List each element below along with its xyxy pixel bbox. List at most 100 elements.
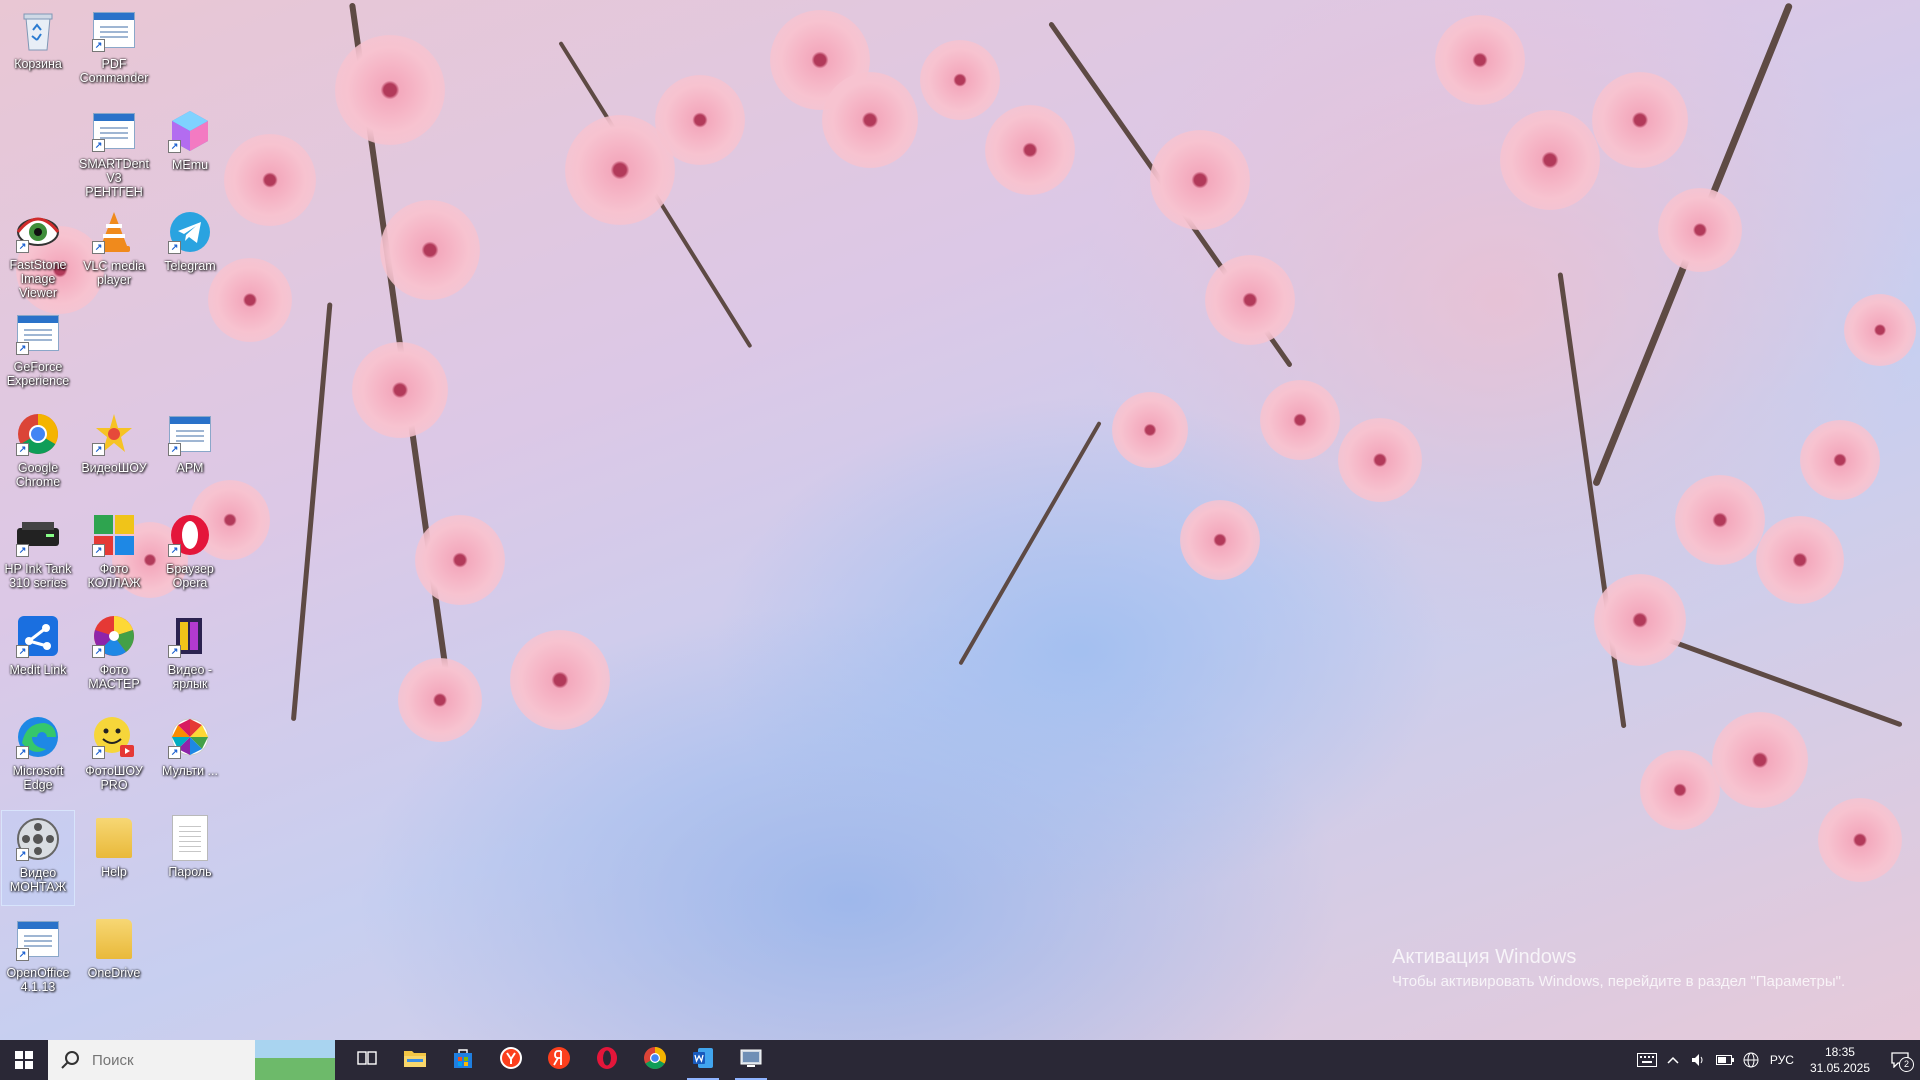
cherry-blossom	[415, 515, 505, 605]
desktop-icon-label: Видео МОНТАЖ	[9, 866, 67, 894]
desktop-icon-chrome[interactable]: ↗ Google Chrome	[1, 406, 75, 502]
desktop-icon-fotokollazh[interactable]: ↗ Фото КОЛЛАЖ	[77, 507, 151, 603]
cherry-blossom	[655, 75, 745, 165]
desktop-icon-parol[interactable]: Пароль	[153, 810, 227, 906]
desktop-icon-label: АРМ	[176, 461, 204, 475]
task-view-icon	[357, 1049, 377, 1072]
search-highlight-image	[255, 1040, 335, 1080]
clock-date: 31.05.2025	[1809, 1061, 1870, 1075]
taskbar-app-screen[interactable]	[727, 1040, 775, 1080]
desktop-icon-label: Microsoft Edge	[12, 764, 64, 792]
taskbar-app-yandex[interactable]	[535, 1040, 583, 1080]
taskbar-app-store[interactable]	[439, 1040, 487, 1080]
taskbar-search-box[interactable]	[48, 1040, 335, 1080]
desktop-icon-openoffice[interactable]: ↗ OpenOffice 4.1.13	[1, 911, 75, 1007]
desktop-icon-videomontazh[interactable]: ↗ Видео МОНТАЖ	[1, 810, 75, 906]
chrome-icon: ↗	[14, 410, 62, 458]
desktop-icon-medit[interactable]: ↗ Medit Link	[1, 608, 75, 704]
cherry-blossom	[398, 658, 482, 742]
videoshow-icon: ↗	[90, 410, 138, 458]
chevron-up-icon[interactable]	[1660, 1040, 1686, 1080]
keyboard-icon[interactable]	[1634, 1040, 1660, 1080]
yandex-browser-icon	[499, 1046, 523, 1075]
faststone-icon: ↗	[14, 208, 62, 255]
desktop-icon-multi[interactable]: ↗ Мульти ...	[153, 709, 227, 805]
cherry-blossom	[335, 35, 445, 145]
photo-collage-icon: ↗	[90, 511, 138, 559]
desktop-icon-edge[interactable]: ↗ Microsoft Edge	[1, 709, 75, 805]
cherry-blossom	[1818, 798, 1902, 882]
desktop-icon-label: Корзина	[14, 57, 62, 71]
notification-center-button[interactable]: 2	[1880, 1040, 1920, 1080]
desktop-icon-label: Видео - ярлык	[167, 663, 213, 691]
taskbar-app-yandex-browser[interactable]	[487, 1040, 535, 1080]
desktop-icon-faststone[interactable]: ↗ FastStone Image Viewer	[1, 204, 75, 300]
desktop-icon-memu[interactable]: ↗ MEmu	[153, 103, 227, 199]
desktop-icon-fotoshow[interactable]: ↗ ФотоШОУ PRO	[77, 709, 151, 805]
desktop-icon-videoshow[interactable]: ↗ ВидеоШОУ	[77, 406, 151, 502]
desktop-icon-hp[interactable]: ↗ HP Ink Tank 310 series	[1, 507, 75, 603]
arm-icon: ↗	[166, 410, 214, 458]
taskbar: РУС 18:35 31.05.2025 2	[0, 1040, 1920, 1080]
desktop-icon-label: Help	[101, 865, 127, 879]
watermark-subtitle: Чтобы активировать Windows, перейдите в …	[1392, 973, 1846, 990]
photoshow-icon: ↗	[90, 713, 138, 761]
desktop-icon-onedrive[interactable]: OneDrive	[77, 911, 151, 1007]
memu-icon: ↗	[166, 107, 214, 155]
desktop-icon-arm[interactable]: ↗ АРМ	[153, 406, 227, 502]
chrome-icon	[643, 1046, 667, 1075]
desktop-icon-telegram[interactable]: ↗ Telegram	[153, 204, 227, 300]
openoffice-icon: ↗	[14, 915, 62, 963]
edge-icon: ↗	[14, 713, 62, 761]
taskbar-app-explorer[interactable]	[391, 1040, 439, 1080]
printer-icon: ↗	[14, 511, 62, 559]
desktop-icon-vlc[interactable]: ↗ VLC media player	[77, 204, 151, 300]
recycle-bin-icon	[14, 6, 62, 54]
cherry-blossom	[1150, 130, 1250, 230]
taskbar-apps	[343, 1040, 775, 1080]
desktop-icon-label: Telegram	[164, 259, 216, 273]
desktop-icon-label: Google Chrome	[15, 461, 61, 489]
volume-icon[interactable]	[1686, 1040, 1712, 1080]
desktop[interactable]: Корзина ↗ PDF Commander ↗ SMARTDent V3 РЕНТГ…	[0, 0, 1920, 1040]
telegram-icon: ↗	[166, 208, 214, 256]
taskbar-app-chrome[interactable]	[631, 1040, 679, 1080]
network-globe-icon[interactable]	[1738, 1040, 1764, 1080]
desktop-icon-label: SMARTDent V3 РЕНТГЕН	[79, 157, 149, 199]
search-input[interactable]	[90, 1050, 244, 1070]
desktop-icon-opera[interactable]: ↗ Браузер Opera	[153, 507, 227, 603]
activation-watermark: Активация Windows Чтобы активировать Win…	[1392, 946, 1845, 990]
clock[interactable]: 18:35 31.05.2025	[1800, 1044, 1880, 1076]
cherry-blossom	[1338, 418, 1422, 502]
cherry-blossom	[985, 105, 1075, 195]
desktop-icon-pdf[interactable]: ↗ PDF Commander	[77, 2, 151, 98]
cherry-blossom	[380, 200, 480, 300]
cherry-blossom	[1594, 574, 1686, 666]
taskbar-app-word[interactable]	[679, 1040, 727, 1080]
desktop-icon-geforce[interactable]: ↗ GeForce Experience	[1, 305, 75, 401]
desktop-icon-videoyarlyk[interactable]: ↗ Видео - ярлык	[153, 608, 227, 704]
clock-time: 18:35	[1824, 1045, 1855, 1059]
cherry-blossom	[920, 40, 1000, 120]
cherry-blossom	[1180, 500, 1260, 580]
start-button[interactable]	[0, 1040, 48, 1080]
cherry-blossom	[1435, 15, 1525, 105]
desktop-icon-label: MEmu	[171, 158, 209, 172]
taskbar-app-taskview[interactable]	[343, 1040, 391, 1080]
battery-icon[interactable]	[1712, 1040, 1738, 1080]
desktop-icon-fotomaster[interactable]: ↗ Фото МАСТЕР	[77, 608, 151, 704]
desktop-icon-help[interactable]: Help	[77, 810, 151, 906]
word-icon	[691, 1046, 715, 1075]
cherry-blossom	[1675, 475, 1765, 565]
watermark-title: Активация Windows	[1392, 946, 1577, 968]
cherry-blossom	[1756, 516, 1844, 604]
taskbar-app-opera[interactable]	[583, 1040, 631, 1080]
vlc-icon: ↗	[90, 208, 138, 256]
multi-icon: ↗	[166, 713, 214, 761]
desktop-icon-label: FastStone Image Viewer	[9, 258, 67, 300]
language-indicator[interactable]: РУС	[1764, 1053, 1800, 1067]
desktop-icon-smartdent[interactable]: ↗ SMARTDent V3 РЕНТГЕН	[77, 103, 151, 199]
desktop-icon-label: GeForce Experience	[6, 360, 70, 388]
geforce-icon: ↗	[14, 309, 62, 357]
desktop-icon-recycle[interactable]: Корзина	[1, 2, 75, 98]
